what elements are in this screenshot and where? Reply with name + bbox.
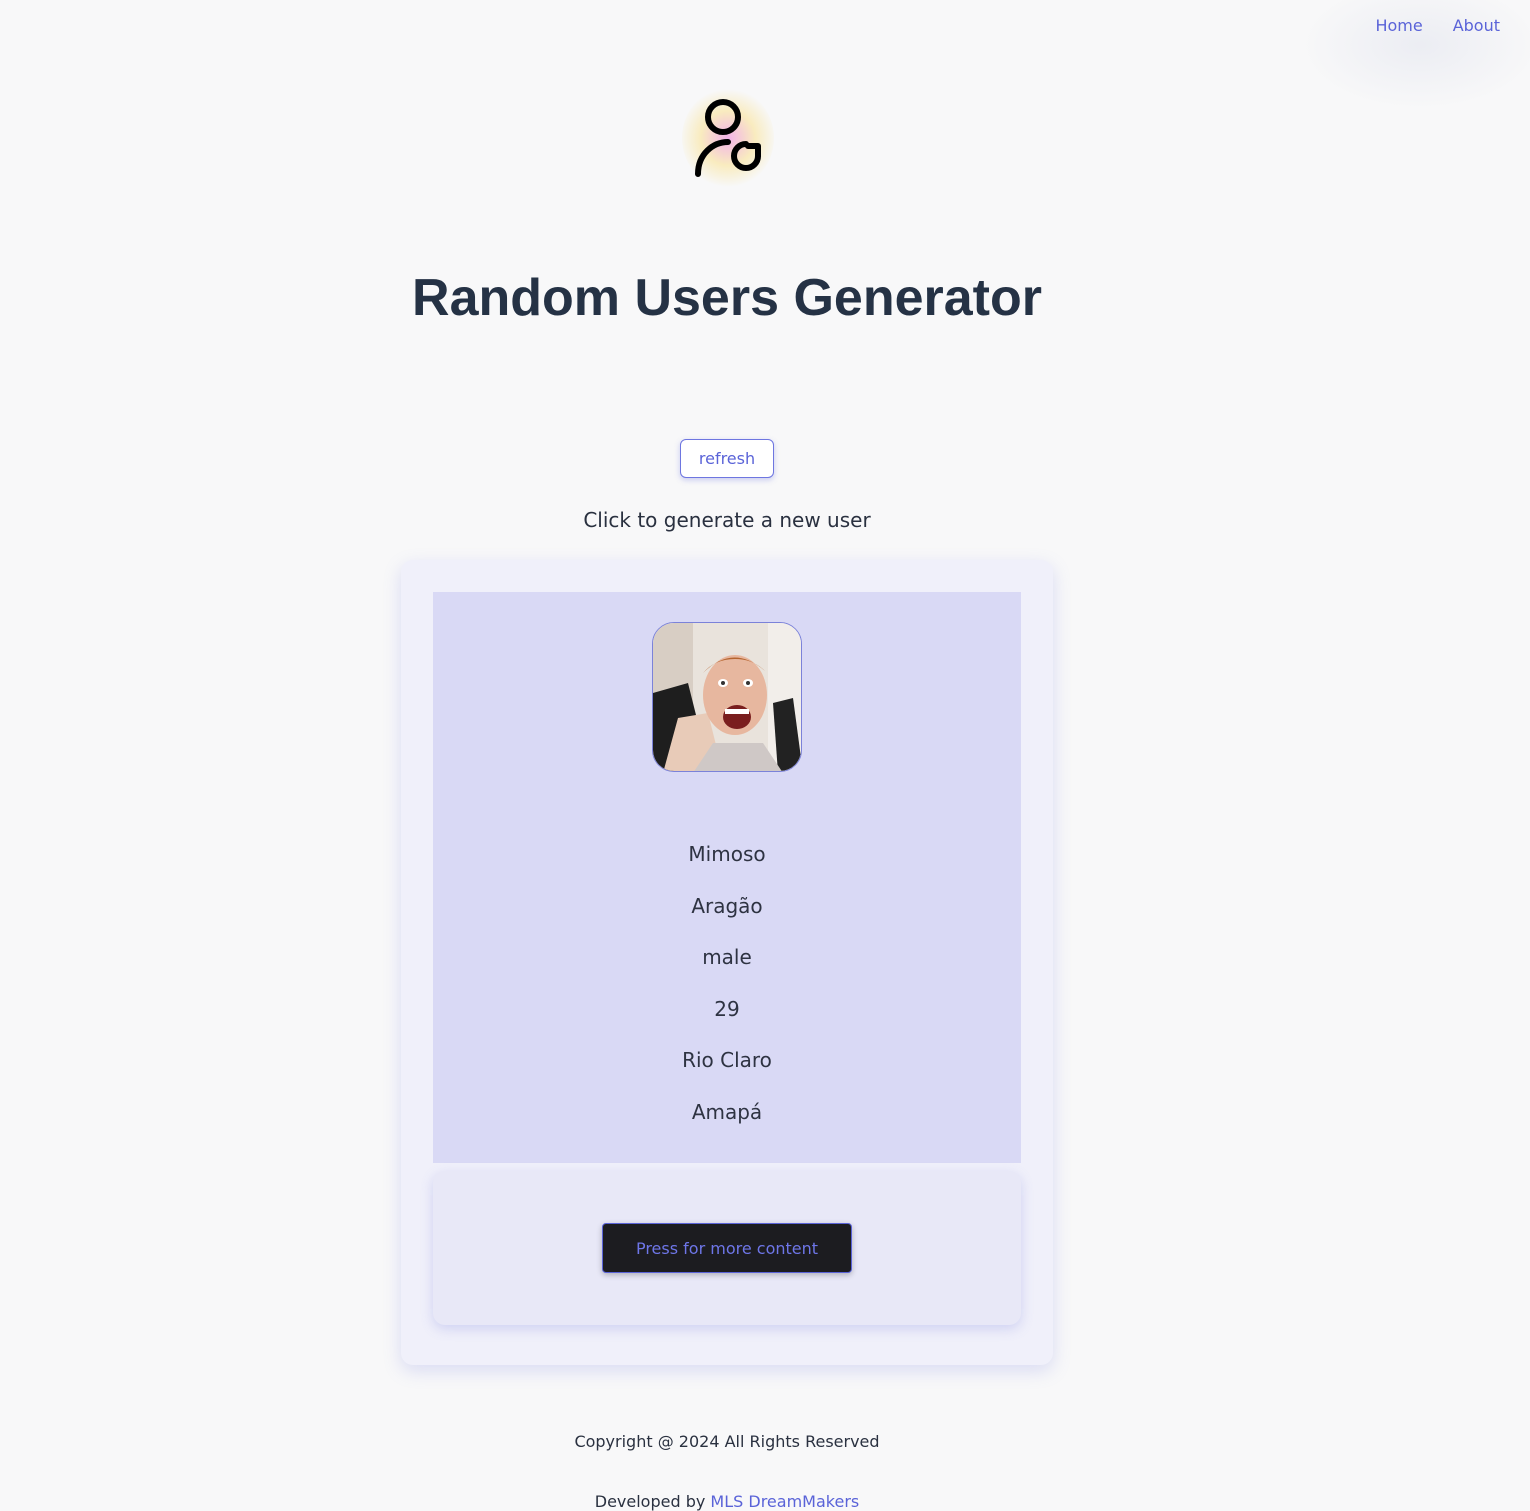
- user-fields: Mimoso Aragão male 29 Rio Claro Amapá: [433, 838, 1021, 1148]
- user-city: Rio Claro: [682, 1048, 772, 1073]
- developer-link[interactable]: MLS DreamMakers: [710, 1492, 859, 1511]
- avatar: [652, 622, 802, 772]
- user-state: Amapá: [691, 1099, 763, 1124]
- user-age: 29: [714, 996, 740, 1021]
- user-last-name: Aragão: [691, 893, 763, 918]
- hint-text: Click to generate a new user: [583, 508, 871, 532]
- top-nav: Home About: [1375, 16, 1500, 35]
- copyright-text: Copyright @ 2024 All Rights Reserved: [574, 1432, 880, 1451]
- user-gender: male: [702, 945, 752, 970]
- refresh-button[interactable]: refresh: [680, 439, 774, 478]
- nav-about-link[interactable]: About: [1453, 16, 1500, 35]
- user-first-name: Mimoso: [688, 842, 766, 866]
- user-photo: [653, 623, 801, 771]
- logo: [682, 88, 774, 188]
- user-card-body: Mimoso Aragão male 29 Rio Claro Amapá: [433, 592, 1021, 1163]
- user-card-footer: Press for more content: [433, 1171, 1021, 1325]
- developed-by: Developed by MLS DreamMakers: [0, 1492, 1454, 1511]
- page-title: Random Users Generator: [412, 269, 1042, 327]
- developed-by-prefix: Developed by: [594, 1492, 706, 1511]
- user-card: Mimoso Aragão male 29 Rio Claro Amapá Pr…: [401, 560, 1053, 1365]
- nav-home-link[interactable]: Home: [1375, 16, 1422, 35]
- more-content-button[interactable]: Press for more content: [602, 1223, 852, 1273]
